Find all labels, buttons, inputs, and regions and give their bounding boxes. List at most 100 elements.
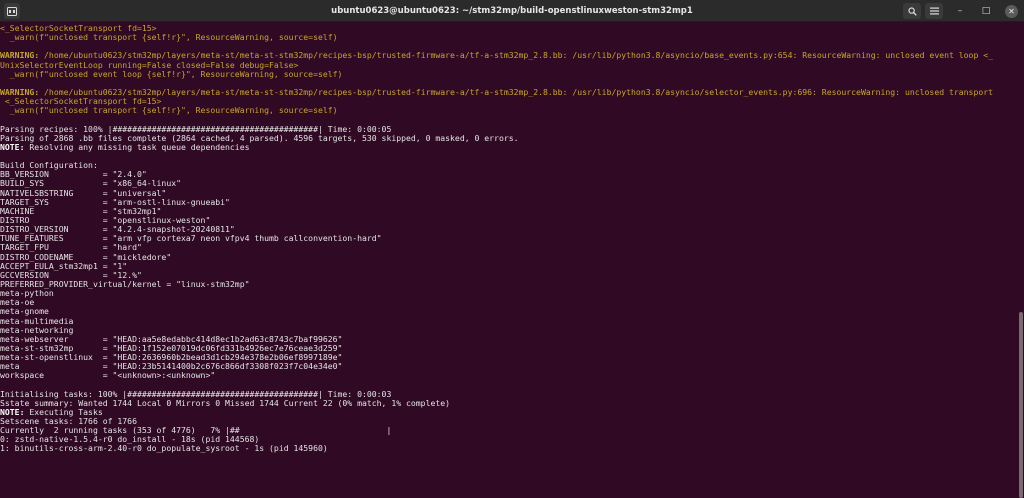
terminal-line-text: meta-webserver = "HEAD:aa5e8edabbc414d8e…	[0, 334, 343, 344]
terminal-line-text: meta-st-stm32mp = "HEAD:1f152e07019dc06f…	[0, 343, 343, 353]
terminal-line: meta-st-stm32mp = "HEAD:1f152e07019dc06f…	[0, 344, 1018, 353]
maximize-button[interactable]: □	[977, 3, 995, 19]
terminal-line: DISTRO_CODENAME = "mickledore"	[0, 253, 1018, 262]
terminal-line: Sstate summary: Wanted 1744 Local 0 Mirr…	[0, 399, 1018, 408]
terminal-line-text: Setscene tasks: 1766 of 1766	[0, 417, 137, 427]
terminal-line: DISTRO = "openstlinux-weston"	[0, 216, 1018, 225]
terminal-line: DISTRO_VERSION = "4.2.4-snapshot-2024081…	[0, 225, 1018, 234]
terminal-line-text: BB_VERSION = "2.4.0"	[0, 170, 147, 180]
terminal-line: NOTE: Executing Tasks	[0, 408, 1018, 417]
terminal-line-text: meta-networking	[0, 325, 74, 335]
window-title: ubuntu0623@ubuntu0623: ~/stm32mp/build-o…	[331, 6, 693, 16]
terminal-line-text: Resolving any missing task queue depende…	[24, 142, 250, 152]
terminal-line: _warn(f"unclosed transport {self!r}", Re…	[0, 106, 1018, 115]
terminal-line: <_SelectorSocketTransport fd=15>	[0, 97, 1018, 106]
terminal-line-text: meta-oe	[0, 298, 35, 308]
terminal-line-text: DISTRO_VERSION = "4.2.4-snapshot-2024081…	[0, 225, 235, 235]
terminal-window: ubuntu0623@ubuntu0623: ~/stm32mp/build-o…	[0, 0, 1024, 498]
terminal-line-text: /home/ubuntu0623/stm32mp/layers/meta-st/…	[39, 51, 994, 61]
terminal-line: GCCVERSION = "12.%"	[0, 271, 1018, 280]
terminal-line-text: UnixSelectorEventLoop running=False clos…	[0, 60, 299, 70]
close-button[interactable]: ✕	[1005, 4, 1018, 18]
menu-button[interactable]	[925, 3, 943, 19]
terminal-line: _warn(f"unclosed event loop {self!r}", R…	[0, 70, 1018, 79]
minimize-button[interactable]: –	[951, 3, 969, 19]
terminal-line-text: 0: zstd-native-1.5.4-r0 do_install - 18s…	[0, 435, 260, 445]
terminal-line-text: workspace = "<unknown>:<unknown>"	[0, 371, 216, 381]
window-controls: – □ ✕	[899, 0, 1018, 22]
terminal-line: Parsing recipes: 100% |#################…	[0, 125, 1018, 134]
terminal-line: PREFERRED_PROVIDER_virtual/kernel = "lin…	[0, 280, 1018, 289]
terminal-line: meta-networking	[0, 326, 1018, 335]
terminal-line-text: /home/ubuntu0623/stm32mp/layers/meta-st/…	[39, 87, 994, 97]
terminal-line: TUNE_FEATURES = "arm vfp cortexa7 neon v…	[0, 234, 1018, 243]
search-button[interactable]	[903, 3, 921, 19]
title-bar[interactable]: ubuntu0623@ubuntu0623: ~/stm32mp/build-o…	[0, 0, 1024, 22]
terminal-line-text: DISTRO = "openstlinux-weston"	[0, 215, 211, 225]
terminal-line: 0: zstd-native-1.5.4-r0 do_install - 18s…	[0, 435, 1018, 444]
terminal-line-text: Sstate summary: Wanted 1744 Local 0 Mirr…	[0, 398, 451, 408]
terminal-line-text: Currently 2 running tasks (353 of 4776) …	[0, 426, 392, 436]
terminal-line: Initialising tasks: 100% |##############…	[0, 390, 1018, 399]
terminal-line: BUILD_SYS = "x86_64-linux"	[0, 179, 1018, 188]
warning-label: WARNING:	[0, 87, 40, 97]
terminal-line: NATIVELSBSTRING = "universal"	[0, 189, 1018, 198]
terminal-line: TARGET_SYS = "arm-ostl-linux-gnueabi"	[0, 198, 1018, 207]
scrollbar[interactable]	[1018, 22, 1024, 498]
terminal-line-text: TARGET_SYS = "arm-ostl-linux-gnueabi"	[0, 197, 230, 207]
terminal-line: NOTE: Resolving any missing task queue d…	[0, 143, 1018, 152]
terminal-line: UnixSelectorEventLoop running=False clos…	[0, 61, 1018, 70]
terminal-line-text: _warn(f"unclosed transport {self!r}", Re…	[0, 33, 338, 43]
terminal-line: BB_VERSION = "2.4.0"	[0, 170, 1018, 179]
terminal-line-text: <_SelectorSocketTransport fd=15>	[0, 97, 162, 107]
terminal-line: meta-oe	[0, 298, 1018, 307]
terminal-line: meta-webserver = "HEAD:aa5e8edabbc414d8e…	[0, 335, 1018, 344]
hamburger-menu-icon	[929, 7, 939, 15]
search-icon	[907, 6, 917, 16]
terminal-line: Parsing of 2868 .bb files complete (2864…	[0, 134, 1018, 143]
terminal-line: Currently 2 running tasks (353 of 4776) …	[0, 426, 1018, 435]
terminal-line: workspace = "<unknown>:<unknown>"	[0, 371, 1018, 380]
terminal-line-text: Parsing of 2868 .bb files complete (2864…	[0, 133, 519, 143]
terminal-line: MACHINE = "stm32mp1"	[0, 207, 1018, 216]
terminal-line-text: meta = "HEAD:23b5141400b2c676c866df3308f…	[0, 362, 343, 372]
terminal-line-text: Executing Tasks	[24, 407, 103, 417]
terminal-line-text: TUNE_FEATURES = "arm vfp cortexa7 neon v…	[0, 234, 382, 244]
terminal-line-text: <_SelectorSocketTransport fd=15>	[0, 24, 157, 33]
terminal-line: 1: binutils-cross-arm-2.40-r0 do_populat…	[0, 444, 1018, 453]
terminal-line: ACCEPT_EULA_stm32mp1 = "1"	[0, 262, 1018, 271]
terminal-output[interactable]: <_SelectorSocketTransport fd=15> _warn(f…	[0, 22, 1018, 498]
terminal-line: meta-gnome	[0, 307, 1018, 316]
terminal-line-text: Parsing recipes: 100% |#################…	[0, 124, 392, 134]
note-label: NOTE:	[0, 142, 25, 152]
terminal-line-text: BUILD_SYS = "x86_64-linux"	[0, 179, 181, 189]
terminal-line: _warn(f"unclosed transport {self!r}", Re…	[0, 33, 1018, 42]
terminal-line-text: 1: binutils-cross-arm-2.40-r0 do_populat…	[0, 444, 328, 454]
terminal-line-text: ACCEPT_EULA_stm32mp1 = "1"	[0, 261, 128, 271]
terminal-line: meta-multimedia	[0, 317, 1018, 326]
scrollbar-thumb[interactable]	[1019, 312, 1023, 498]
terminal-line-text: DISTRO_CODENAME = "mickledore"	[0, 252, 172, 262]
terminal-line: Build Configuration:	[0, 161, 1018, 170]
terminal-line-text: _warn(f"unclosed transport {self!r}", Re…	[0, 106, 338, 116]
terminal-line-text: meta-gnome	[0, 307, 49, 317]
warning-label: WARNING:	[0, 51, 40, 61]
terminal-line: Setscene tasks: 1766 of 1766	[0, 417, 1018, 426]
terminal-line-text: Build Configuration:	[0, 161, 98, 171]
terminal-line: TARGET_FPU = "hard"	[0, 243, 1018, 252]
terminal-line: WARNING: /home/ubuntu0623/stm32mp/layers…	[0, 88, 1018, 97]
terminal-line: WARNING: /home/ubuntu0623/stm32mp/layers…	[0, 51, 1018, 60]
terminal-line-text: Initialising tasks: 100% |##############…	[0, 389, 392, 399]
terminal-line-text: meta-multimedia	[0, 316, 74, 326]
terminal-line-text: NATIVELSBSTRING = "universal"	[0, 188, 167, 198]
terminal-line: <_SelectorSocketTransport fd=15>	[0, 24, 1018, 33]
note-label: NOTE:	[0, 407, 25, 417]
terminal-line: meta = "HEAD:23b5141400b2c676c866df3308f…	[0, 362, 1018, 371]
terminal-line: meta-st-openstlinux = "HEAD:2636960b2bea…	[0, 353, 1018, 362]
terminal-line-text: PREFERRED_PROVIDER_virtual/kernel = "lin…	[0, 279, 250, 289]
